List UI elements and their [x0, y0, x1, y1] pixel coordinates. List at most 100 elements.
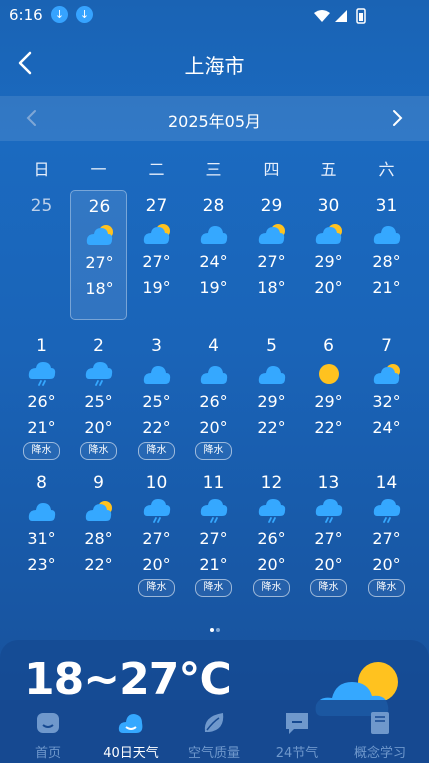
low-temp: 20° [84, 418, 113, 437]
rain-badge: 降水 [138, 579, 175, 597]
day-number: 11 [202, 473, 225, 493]
low-temp: 20° [142, 555, 171, 574]
weekday-mon: 一 [90, 160, 107, 179]
next-month-icon[interactable] [387, 108, 407, 128]
high-temp: 27° [257, 252, 286, 271]
calendar-day[interactable]: 1 26° 21° 降水 [13, 330, 70, 462]
high-temp: 29° [257, 392, 286, 411]
month-label: 2025年05月 [167, 112, 262, 131]
calendar-day[interactable]: 9 28° 22° [70, 467, 127, 599]
calendar-day[interactable]: 4 26° 20° 降水 [185, 330, 242, 462]
rain-badge: 降水 [368, 579, 405, 597]
book-icon [371, 712, 389, 734]
calendar-day[interactable]: 28 24° 19° [185, 190, 242, 322]
calendar-day[interactable]: 13 27° 20° 降水 [300, 467, 357, 599]
high-temp: 28° [84, 529, 113, 548]
month-navigator: 2025年05月 [0, 96, 429, 141]
tab-40day-label: 40日天气 [103, 746, 159, 761]
rain-badge: 降水 [195, 579, 232, 597]
download-icon: ↓ [76, 6, 93, 23]
calendar-day[interactable]: 5 29° 22° [243, 330, 300, 462]
low-temp: 21° [27, 418, 56, 437]
day-number: 4 [208, 336, 219, 356]
day-number: 2 [93, 336, 104, 356]
low-temp: 19° [199, 278, 228, 297]
high-temp: 26° [257, 529, 286, 548]
low-temp: 21° [199, 555, 228, 574]
rain-badge: 降水 [310, 579, 347, 597]
day-number: 30 [317, 196, 340, 216]
calendar-day[interactable]: 27 27° 19° [128, 190, 185, 322]
calendar-day[interactable]: 29 27° 18° [243, 190, 300, 322]
weekday-wed: 三 [205, 160, 222, 179]
tab-air-label: 空气质量 [187, 746, 240, 761]
cloudy-icon [143, 366, 171, 384]
tab-40day-weather[interactable]: 40日天气 [88, 700, 174, 763]
low-temp: 20° [314, 555, 343, 574]
rain-badge: 降水 [195, 442, 232, 460]
tab-concept-label: 概念学习 [353, 746, 406, 761]
high-temp: 27° [85, 253, 114, 272]
high-temp: 28° [372, 252, 401, 271]
calendar-day[interactable]: 31 28° 21° [358, 190, 415, 322]
low-temp: 20° [257, 555, 286, 574]
weekday-sun: 日 [33, 160, 50, 179]
partly-cloudy-icon [315, 224, 342, 244]
calendar-day[interactable]: 6 29° 22° [300, 330, 357, 462]
signal-battery-icon [314, 8, 366, 24]
cloudy-icon [28, 503, 56, 521]
high-temp: 27° [142, 529, 171, 548]
partly-cloudy-icon [85, 501, 112, 521]
tab-air-quality[interactable]: 空气质量 [171, 700, 257, 763]
day-number: 3 [151, 336, 162, 356]
calendar-day[interactable]: 14 27° 20° 降水 [358, 467, 415, 599]
cloudy-icon [200, 226, 228, 244]
calendar-day[interactable]: 30 29° 20° [300, 190, 357, 322]
page-title: 上海市 [184, 54, 245, 78]
low-temp: 21° [372, 278, 401, 297]
calendar-day[interactable]: 3 25° 22° 降水 [128, 330, 185, 462]
tab-solar-label: 24节气 [275, 746, 319, 761]
high-temp: 29° [314, 252, 343, 271]
rain-icon [315, 499, 343, 523]
tab-concept-learning[interactable]: 概念学习 [337, 700, 423, 763]
rain-icon [28, 362, 56, 386]
calendar-day[interactable]: 2 25° 20° 降水 [70, 330, 127, 462]
weekday-header: 日 一 二 三 四 五 六 [13, 156, 415, 179]
cloudy-icon [373, 226, 401, 244]
calendar-day[interactable]: 7 32° 24° [358, 330, 415, 462]
high-temp: 26° [27, 392, 56, 411]
high-temp: 26° [199, 392, 228, 411]
calendar-day[interactable]: 11 27° 21° 降水 [185, 467, 242, 599]
low-temp: 19° [142, 278, 171, 297]
partly-cloudy-icon [86, 225, 113, 245]
rain-badge: 降水 [138, 442, 175, 460]
message-icon [286, 713, 308, 734]
low-temp: 18° [257, 278, 286, 297]
rain-badge: 降水 [253, 579, 290, 597]
sunny-icon [319, 364, 339, 384]
day-number: 14 [375, 473, 398, 493]
partly-cloudy-icon [143, 224, 170, 244]
high-temp: 25° [84, 392, 113, 411]
day-number: 29 [260, 196, 283, 216]
tab-home[interactable]: 首页 [5, 700, 91, 763]
rain-icon [85, 362, 113, 386]
rain-badge: 降水 [80, 442, 117, 460]
low-temp: 22° [314, 418, 343, 437]
temperature-range: 18~27℃ [24, 654, 232, 705]
rain-icon [258, 499, 286, 523]
home-icon [37, 713, 59, 733]
calendar-day[interactable]: 25 [13, 190, 70, 322]
bottom-tab-bar: 首页 40日天气 空气质量 24节气 概念学习 [0, 700, 429, 763]
weekday-thu: 四 [263, 160, 280, 179]
high-temp: 31° [27, 529, 56, 548]
calendar-day[interactable]: 8 31° 23° [13, 467, 70, 599]
calendar-day[interactable]: 26 27° 18° [70, 190, 127, 320]
tab-solar-terms[interactable]: 24节气 [254, 700, 340, 763]
weekday-tue: 二 [148, 160, 165, 179]
header: 上海市 [0, 40, 429, 86]
calendar-day[interactable]: 10 27° 20° 降水 [128, 467, 185, 599]
day-number: 6 [323, 336, 334, 356]
calendar-day[interactable]: 12 26° 20° 降水 [243, 467, 300, 599]
